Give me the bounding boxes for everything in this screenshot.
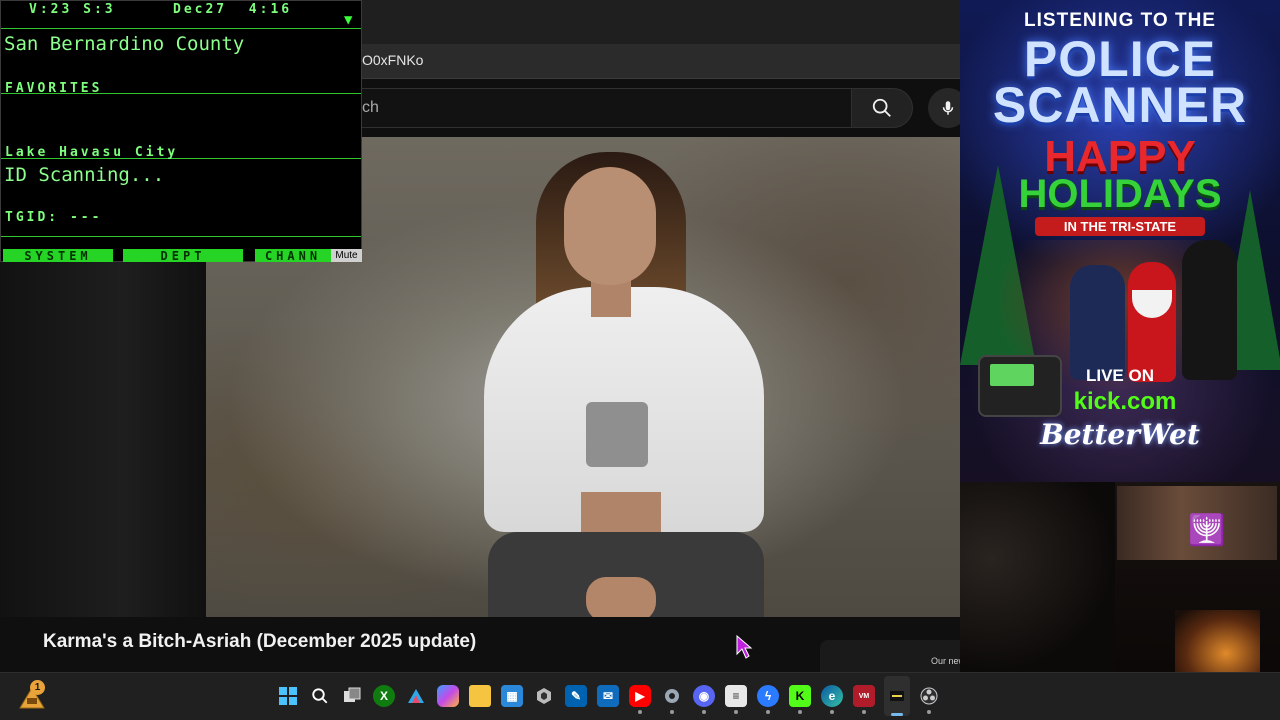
scanner-tgid: TGID: --- [5, 210, 103, 225]
obs-icon[interactable] [918, 685, 940, 707]
poster-banner: IN THE TRI-STATE [1035, 217, 1205, 236]
running-indicator [830, 710, 834, 714]
fireplace-scene [1175, 610, 1260, 672]
terminal-icon[interactable] [533, 685, 555, 707]
search-input[interactable] [300, 88, 852, 128]
video-person-belly [581, 492, 661, 532]
active-app-icon[interactable] [886, 685, 908, 707]
running-indicator [766, 710, 770, 714]
xbox-icon[interactable]: X [373, 685, 395, 707]
police-officer-figure [1070, 265, 1125, 380]
video-person-face [564, 167, 656, 285]
scanner-system-button[interactable]: SYSTEM [3, 249, 113, 262]
poster-live-on: LIVE ON [1085, 366, 1154, 385]
active-app-indicator [891, 713, 903, 716]
video-person-hands [586, 577, 656, 617]
scanner-mute-button[interactable]: Mute [331, 249, 362, 262]
task-view-icon[interactable] [341, 685, 363, 707]
webcam-left [960, 482, 1115, 672]
search-button[interactable] [851, 88, 913, 128]
edge-icon[interactable]: e [821, 685, 843, 707]
file-explorer-icon[interactable] [469, 685, 491, 707]
arrow-down-icon: ▼ [344, 12, 353, 28]
scanner-channel-button[interactable]: CHANN [255, 249, 331, 262]
poster-brand: BetterWet [1040, 418, 1200, 451]
kick-icon[interactable]: K [789, 685, 811, 707]
url-text[interactable]: O0xFNKo [362, 52, 423, 68]
copilot-icon[interactable] [437, 685, 459, 707]
messenger-icon[interactable]: ϟ [757, 685, 779, 707]
video-person-top [586, 402, 648, 467]
poster-line-1: LISTENING TO THE [1024, 10, 1216, 31]
notification-badge: 1 [30, 680, 45, 695]
search-icon[interactable] [309, 685, 331, 707]
settings-icon[interactable] [661, 685, 683, 707]
app-triangle-icon[interactable] [405, 685, 427, 707]
running-indicator [862, 710, 866, 714]
scanner-status: V:23 S:3 [29, 2, 116, 17]
running-indicator [670, 710, 674, 714]
santa-figure [1128, 262, 1176, 382]
discord-icon[interactable]: ◉ [693, 685, 715, 707]
menorah-icon: 🕎 [1188, 514, 1226, 547]
scanner-dept-button[interactable]: DEPT [123, 249, 243, 262]
running-indicator [927, 710, 931, 714]
search-placeholder: ch [362, 99, 379, 116]
poster-line-3: SCANNER [992, 77, 1248, 133]
search-icon [872, 98, 891, 117]
radio-screen [990, 364, 1034, 386]
notepad-icon[interactable]: ≡ [725, 685, 747, 707]
running-indicator [702, 710, 706, 714]
scanner-widget: V:23 S:3 Dec27 4:16 ▼ San Bernardino Cou… [0, 0, 362, 262]
holiday-poster: LISTENING TO THE POLICE SCANNER HAPPY HO… [960, 0, 1280, 482]
robber-figure [1182, 240, 1237, 380]
microsoft-store-icon[interactable]: ▦ [501, 685, 523, 707]
scanner-datetime: Dec27 4:16 [173, 2, 293, 17]
running-indicator [798, 710, 802, 714]
poster-line-5: HOLIDAYS [1018, 172, 1222, 216]
running-indicator [734, 710, 738, 714]
scanner-channel-row [1, 158, 361, 237]
voicemeeter-icon[interactable]: VM [853, 685, 875, 707]
mouse-cursor-icon [736, 634, 753, 659]
poster-kick-url: kick.com [1073, 388, 1177, 415]
youtube-icon[interactable]: ▶ [629, 685, 651, 707]
mail-icon[interactable]: ✉ [597, 685, 619, 707]
microphone-icon [942, 101, 954, 115]
windows-start-icon[interactable] [277, 685, 299, 707]
video-title[interactable]: Karma's a Bitch-Asriah (December 2025 up… [43, 631, 476, 653]
snipping-tool-icon[interactable]: ✎ [565, 685, 587, 707]
running-indicator [638, 710, 642, 714]
